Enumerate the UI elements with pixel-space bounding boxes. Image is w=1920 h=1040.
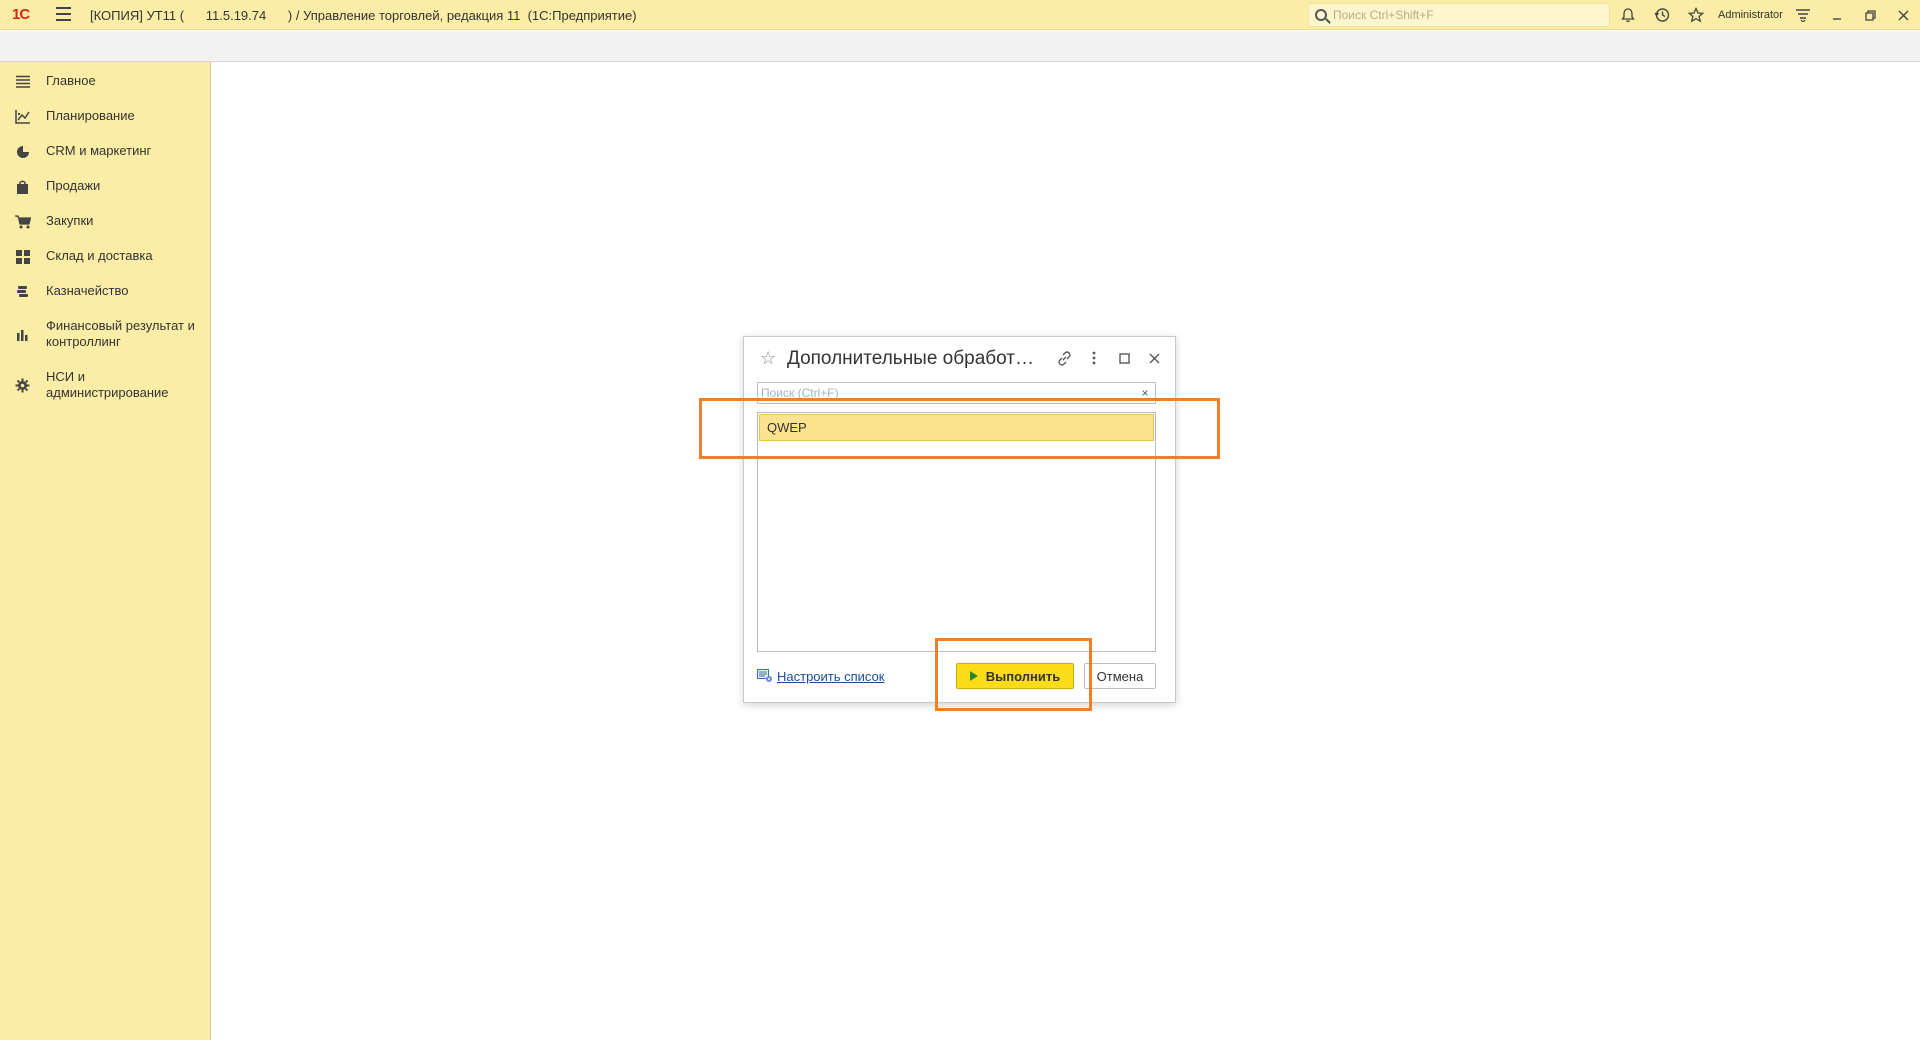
dialog-title: Дополнительные обработ… [787,348,1034,369]
sidebar-item-sales[interactable]: Продажи [0,178,211,198]
sidebar-item-crm[interactable]: CRM и маркетинг [0,143,211,163]
link-icon[interactable] [1055,349,1073,367]
search-icon [1315,9,1327,21]
cart-icon [14,213,31,230]
favorite-star-icon[interactable]: ☆ [760,348,776,369]
menu-lines-icon [14,73,31,90]
sidebar-item-main[interactable]: Главное [0,73,211,93]
bell-icon[interactable] [1619,6,1637,24]
app-logo: 1С [12,6,30,23]
sidebar-item-warehouse[interactable]: Склад и доставка [0,248,211,268]
sidebar-item-admin[interactable]: НСИ и администрирование [0,369,211,403]
configure-list-icon[interactable] [757,669,773,683]
restore-icon[interactable] [1861,6,1879,24]
sidebar-item-label: Закупки [46,213,94,228]
sidebar-item-label: НСИ и администрирование [46,369,169,400]
minimize-icon[interactable] [1828,6,1846,24]
dialog-search-input[interactable] [758,383,1143,403]
processing-list[interactable]: QWEP [757,412,1156,652]
run-button-label: Выполнить [985,668,1061,684]
title-bar: 1С [КОПИЯ] УТ11 ( 11.5.19.74 ) / Управле… [0,0,1920,30]
dialog-search[interactable] [757,382,1144,404]
settings-lines-icon[interactable] [1794,6,1812,24]
gear-icon [14,377,31,394]
coins-icon [14,283,31,300]
sidebar-item-financial-result[interactable]: Финансовый результат и контроллинг [0,318,211,352]
sidebar-item-label: Казначейство [46,283,129,298]
app-title: [КОПИЯ] УТ11 ( 11.5.19.74 ) / Управление… [90,8,637,23]
grid-icon [14,248,31,265]
user-name[interactable]: Administrator [1718,9,1783,21]
play-icon [969,671,978,681]
history-icon[interactable] [1653,6,1671,24]
favorites-star-icon[interactable] [1687,6,1705,24]
maximize-icon[interactable] [1115,349,1133,367]
list-item[interactable]: QWEP [759,414,1154,441]
clear-search-button[interactable]: × [1135,382,1156,404]
dialog-close-icon[interactable] [1145,349,1163,367]
sidebar-item-label: CRM и маркетинг [46,143,152,158]
sidebar-item-label: Продажи [46,178,101,193]
configure-list-link[interactable]: Настроить список [777,669,885,684]
sidebar: Главное Планирование CRM и маркетинг Про… [0,62,211,1040]
sidebar-item-label: Главное [46,73,96,88]
sidebar-item-label: Планирование [46,108,135,123]
run-button[interactable]: Выполнить [956,663,1074,689]
chart-icon [14,108,31,125]
sidebar-item-label: Склад и доставка [46,248,153,263]
bar-chart-icon [14,326,31,343]
cancel-button[interactable]: Отмена [1084,663,1156,689]
additional-processing-dialog: ☆ Дополнительные обработ… × QWEP Настрои… [743,336,1176,703]
sidebar-item-purchases[interactable]: Закупки [0,213,211,233]
global-search-input[interactable] [1333,6,1603,24]
pie-icon [14,143,31,160]
sidebar-item-planning[interactable]: Планирование [0,108,211,128]
toolbar-strip [0,31,1920,62]
sidebar-item-label: Финансовый результат и контроллинг [46,318,195,349]
global-search[interactable] [1308,3,1610,27]
close-icon[interactable] [1894,6,1912,24]
bag-icon [14,178,31,195]
more-vertical-icon[interactable] [1085,349,1103,367]
main-menu-icon[interactable] [56,7,71,21]
sidebar-item-treasury[interactable]: Казначейство [0,283,211,303]
